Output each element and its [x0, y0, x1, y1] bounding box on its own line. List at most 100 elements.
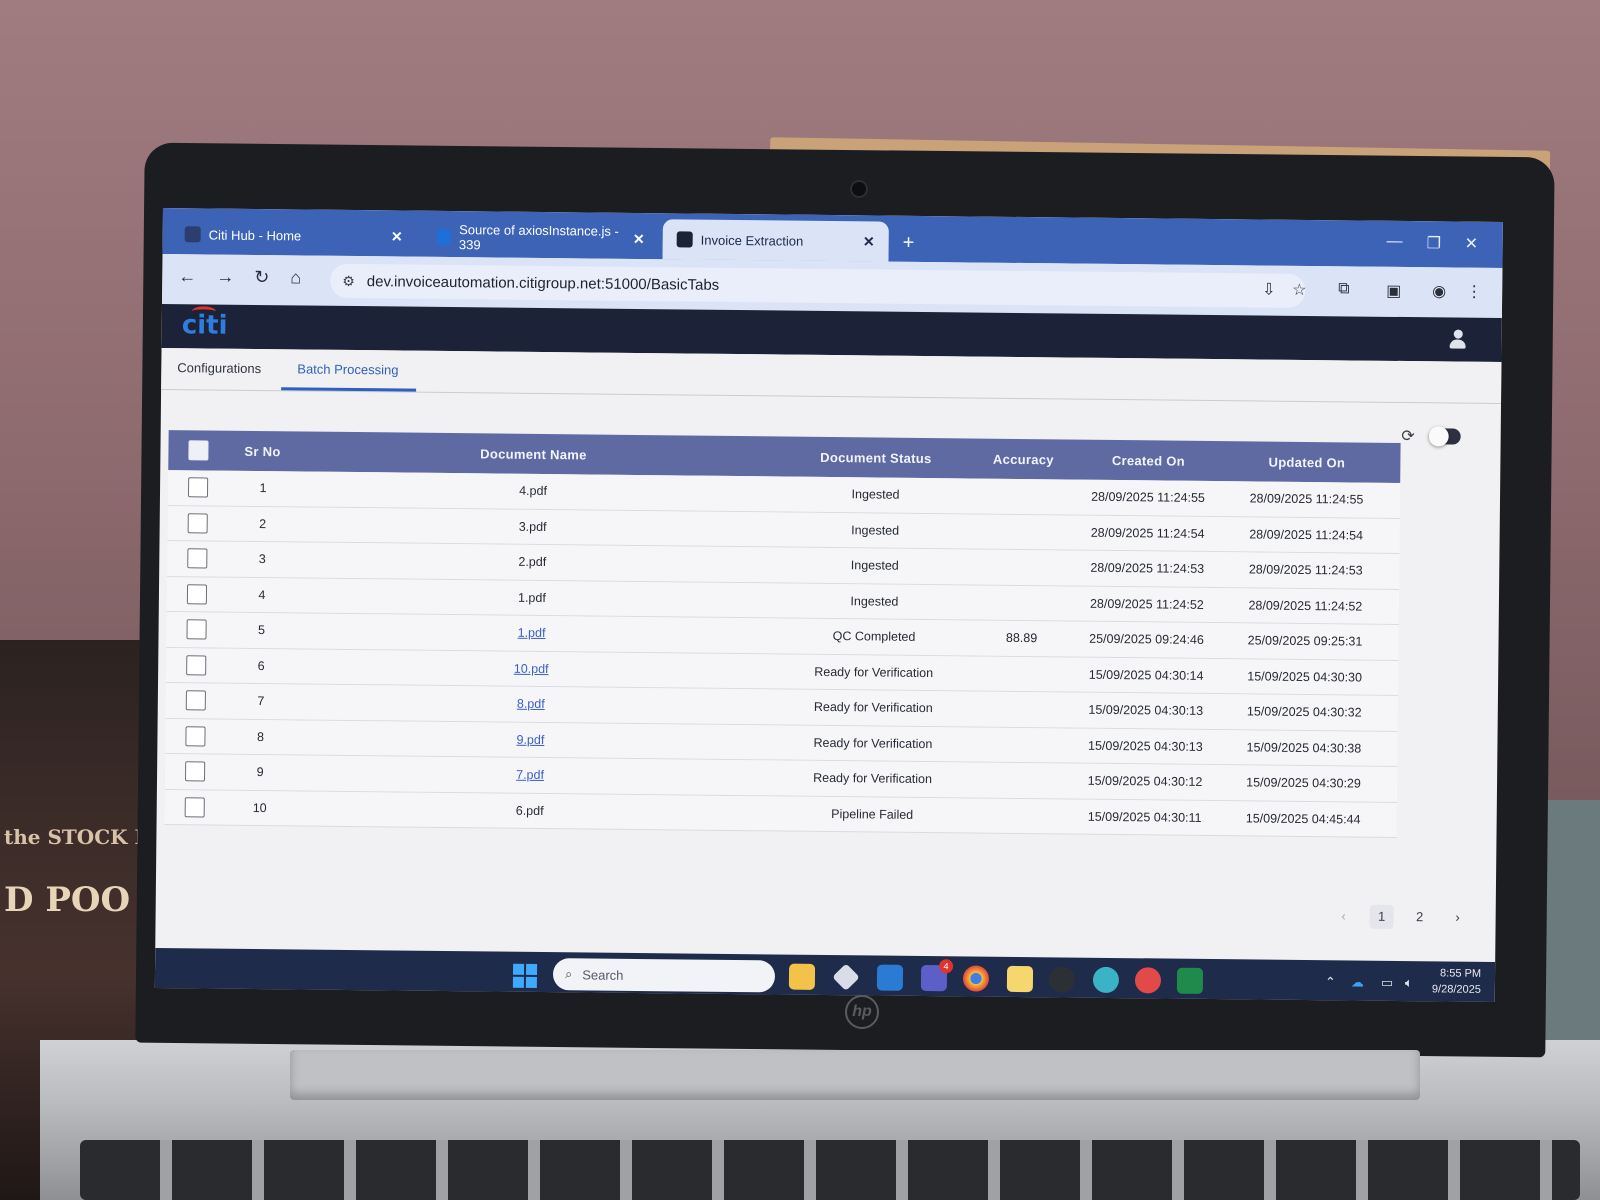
cell-updated-on: 28/09/2025 11:24:53: [1248, 562, 1363, 578]
cell-accuracy: 88.89: [1005, 631, 1038, 646]
window-close-icon[interactable]: ✕: [1465, 234, 1479, 254]
cell-created-on: 28/09/2025 11:24:55: [1091, 489, 1205, 506]
chevron-up-icon[interactable]: ⌃: [1325, 974, 1336, 990]
reload-icon[interactable]: ↻: [254, 267, 269, 288]
site-info-icon[interactable]: ⚙: [342, 272, 355, 289]
cell-document-name: 2.pdf: [518, 554, 547, 570]
cell-sr-no: 7: [257, 694, 265, 709]
row-checkbox[interactable]: [184, 761, 206, 782]
chrome-icon[interactable]: [962, 965, 990, 992]
browser-tab-invoice-extraction[interactable]: Invoice Extraction ✕: [662, 219, 889, 262]
user-icon[interactable]: [1449, 329, 1466, 349]
page-2-button[interactable]: 2: [1408, 905, 1432, 929]
view-toggle-switch[interactable]: [1428, 426, 1461, 447]
clock-time: 8:55 PM: [1440, 967, 1482, 980]
header-document-name[interactable]: Document Name: [298, 444, 768, 464]
cell-sr-no: 4: [258, 587, 266, 602]
profile-icon[interactable]: ◉: [1432, 281, 1446, 301]
row-checkbox[interactable]: [185, 690, 206, 711]
cell-document-name[interactable]: 1.pdf: [518, 626, 546, 640]
header-sr-no[interactable]: Sr No: [228, 443, 298, 459]
teams-icon[interactable]: 4: [920, 959, 954, 992]
row-checkbox[interactable]: [186, 584, 208, 605]
new-tab-plus-icon[interactable]: +: [903, 232, 915, 255]
cell-document-name[interactable]: 7.pdf: [516, 768, 544, 782]
file-explorer-icon[interactable]: [788, 963, 816, 990]
laptop-hinge: [290, 1050, 1420, 1100]
cell-document-name[interactable]: 9.pdf: [516, 732, 544, 746]
cell-document-status: Ready for Verification: [813, 700, 933, 716]
cell-updated-on: 28/09/2025 11:24:55: [1249, 491, 1364, 507]
row-checkbox[interactable]: [187, 548, 208, 569]
tab-configurations[interactable]: Configurations: [177, 360, 261, 376]
cell-document-name[interactable]: 8.pdf: [517, 697, 545, 711]
batch-table: Sr No Document Name Document Status Accu…: [164, 430, 1401, 838]
github-icon[interactable]: [1048, 966, 1076, 993]
browser-tab-citi-hub[interactable]: Citi Hub - Home ✕: [171, 214, 417, 257]
close-icon[interactable]: ✕: [391, 228, 403, 245]
table-body: 1 4.pdf Ingested 28/09/2025 11:24:55 28/09/2…: [164, 470, 1401, 838]
home-icon[interactable]: ⌂: [290, 267, 301, 288]
close-icon[interactable]: ✕: [633, 230, 645, 247]
cell-created-on: 15/09/2025 04:30:12: [1087, 773, 1203, 790]
cell-accuracy: [980, 815, 1060, 816]
browser-tab-source[interactable]: Source of axiosInstance.js - 339 ✕: [423, 217, 659, 259]
clock-date: 9/28/2025: [1431, 983, 1481, 996]
close-icon[interactable]: ✕: [863, 233, 875, 250]
notepad-icon[interactable]: [1006, 965, 1034, 993]
chevron-left-icon[interactable]: ‹: [1332, 904, 1356, 928]
git-icon[interactable]: [832, 963, 860, 991]
sharepoint-icon: [184, 226, 201, 243]
cell-accuracy: [981, 673, 1061, 674]
header-document-status[interactable]: Document Status: [768, 449, 983, 466]
close-app-icon[interactable]: [1134, 967, 1162, 994]
back-arrow-icon[interactable]: ←: [178, 266, 196, 287]
tab-label: Invoice Extraction: [700, 232, 804, 249]
forward-arrow-icon[interactable]: →: [216, 267, 234, 288]
cell-document-status: QC Completed: [832, 629, 916, 645]
taskbar-clock[interactable]: 8:55 PM 9/28/2025: [1432, 965, 1481, 998]
row-checkbox[interactable]: [186, 619, 207, 640]
row-checkbox[interactable]: [186, 655, 207, 676]
cell-document-name[interactable]: 10.pdf: [514, 661, 549, 675]
outlook-icon[interactable]: [876, 964, 904, 991]
chevron-right-icon[interactable]: ›: [1446, 905, 1470, 929]
restore-icon[interactable]: ❐: [1427, 233, 1442, 253]
header-updated-on[interactable]: Updated On: [1233, 454, 1380, 471]
more-menu-icon[interactable]: ⋮: [1466, 282, 1482, 302]
refresh-icon[interactable]: ⟳: [1401, 426, 1415, 446]
cell-sr-no: 3: [258, 552, 266, 567]
hp-logo-icon: hp: [845, 995, 879, 1029]
cell-document-status: Ingested: [851, 522, 900, 538]
excel-icon[interactable]: [1176, 967, 1204, 994]
install-app-icon[interactable]: ⇩: [1262, 280, 1276, 300]
header-created-on[interactable]: Created On: [1063, 452, 1233, 469]
volume-icon[interactable]: 🔈︎: [1405, 975, 1413, 991]
tab-batch-processing[interactable]: Batch Processing: [297, 361, 398, 377]
row-checkbox[interactable]: [187, 513, 208, 534]
reading-mode-icon[interactable]: ▣: [1386, 281, 1401, 301]
source-file-icon: [436, 228, 452, 246]
select-all-checkbox[interactable]: [188, 440, 209, 461]
windows-start-icon[interactable]: [512, 963, 538, 988]
bookmark-star-icon[interactable]: ☆: [1292, 280, 1307, 300]
webcam: [852, 182, 866, 196]
cell-document-status: Ready for Verification: [814, 664, 934, 680]
onedrive-icon[interactable]: ☁: [1351, 974, 1364, 990]
taskbar-search[interactable]: ⌕ Search: [552, 958, 776, 993]
network-icon[interactable]: ▭: [1381, 975, 1393, 991]
cell-created-on: 15/09/2025 04:30:13: [1088, 702, 1204, 719]
citi-logo[interactable]: citi: [182, 310, 228, 340]
cell-document-name: 3.pdf: [518, 519, 547, 534]
row-checkbox[interactable]: [184, 797, 205, 818]
extensions-puzzle-icon[interactable]: ⧉: [1338, 280, 1350, 298]
row-checkbox[interactable]: [185, 726, 206, 747]
cell-updated-on: 28/09/2025 11:24:54: [1249, 527, 1364, 543]
search-placeholder: Search: [582, 966, 624, 983]
minimize-icon[interactable]: —: [1387, 233, 1403, 251]
edge-icon[interactable]: [1092, 966, 1120, 994]
header-accuracy[interactable]: Accuracy: [983, 451, 1063, 467]
address-bar[interactable]: ⚙ dev.invoiceautomation.citigroup.net:51…: [330, 263, 1306, 308]
row-checkbox[interactable]: [187, 477, 209, 498]
page-1-button[interactable]: 1: [1369, 904, 1394, 929]
